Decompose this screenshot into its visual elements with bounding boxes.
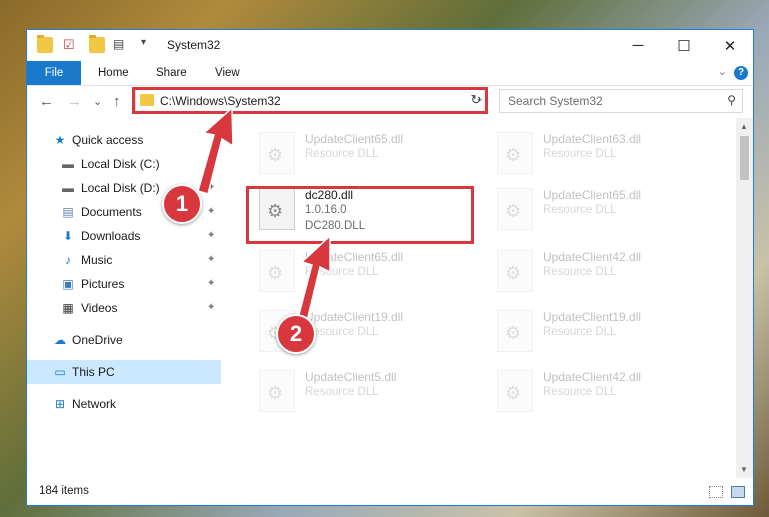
- arrow-1: [197, 106, 234, 195]
- callout-step-2: 2: [276, 314, 316, 354]
- arrow-2: [297, 234, 331, 322]
- callout-step-1: 1: [162, 184, 202, 224]
- annotation-arrows: [197, 106, 331, 322]
